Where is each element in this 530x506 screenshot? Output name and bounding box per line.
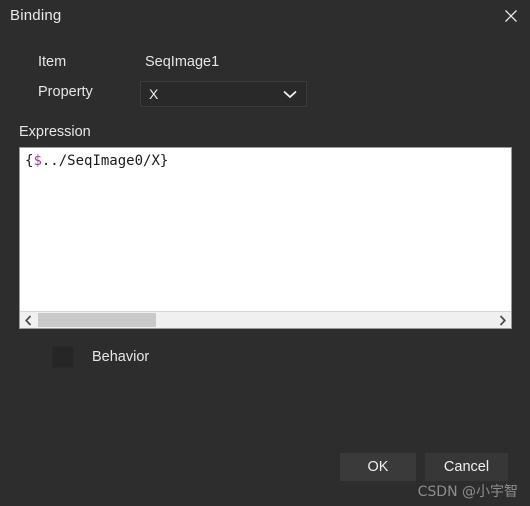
expression-variable-token: $ [33, 153, 42, 169]
behavior-row: Behavior [52, 346, 149, 368]
watermark: CSDN @小宇智 [417, 484, 518, 500]
expression-suffix: ../SeqImage0/X} [41, 153, 169, 169]
expression-input[interactable]: {$../SeqImage0/X} [19, 147, 512, 329]
dialog-title: Binding [10, 7, 62, 24]
dialog-titlebar: Binding [0, 0, 530, 34]
binding-dialog: Binding Item SeqImage1 Property X Expres… [0, 0, 530, 506]
ok-button[interactable]: OK [340, 453, 416, 481]
close-icon[interactable] [496, 2, 526, 30]
property-dropdown-value: X [149, 86, 159, 102]
expression-label: Expression [19, 124, 91, 140]
cancel-button[interactable]: Cancel [425, 453, 508, 481]
behavior-checkbox[interactable] [52, 346, 74, 368]
scrollbar-thumb[interactable] [38, 313, 156, 327]
behavior-label: Behavior [92, 349, 150, 365]
property-dropdown[interactable]: X [140, 81, 307, 107]
expression-text: {$../SeqImage0/X} [25, 152, 168, 170]
chevron-down-icon [283, 90, 297, 99]
chevron-left-icon[interactable] [20, 312, 37, 328]
expression-horizontal-scrollbar[interactable] [20, 311, 511, 328]
item-value: SeqImage1 [145, 54, 220, 70]
item-label: Item [38, 54, 67, 70]
chevron-right-icon[interactable] [494, 312, 511, 328]
property-label: Property [38, 84, 93, 100]
